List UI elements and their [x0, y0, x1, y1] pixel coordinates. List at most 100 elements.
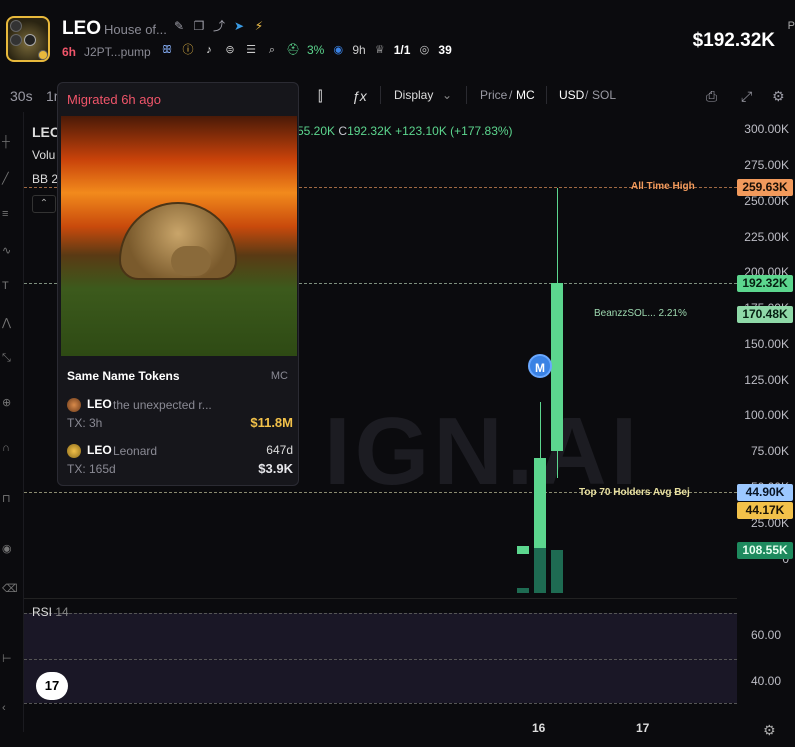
holders-icon: ꕥ — [161, 44, 173, 56]
token-avatar[interactable] — [6, 16, 50, 62]
rsi-band — [24, 613, 737, 703]
collapse-rail-icon[interactable]: ‹ — [2, 702, 16, 716]
fullscreen-icon[interactable]: ⤢ — [741, 88, 752, 105]
brush-icon[interactable]: ∿ — [2, 244, 16, 258]
volume-legend: Volu — [32, 148, 56, 162]
turtle-head — [171, 246, 211, 276]
beanzz-label: BeanzzSOL... 2.21% — [594, 308, 687, 319]
price-toggle[interactable]: Price — [480, 88, 507, 102]
text-icon[interactable]: T — [2, 280, 16, 294]
token-hover-card: Migrated 6h ago Same Name Tokens MC LEO … — [57, 82, 299, 486]
camera-icon[interactable] — [10, 34, 22, 46]
token-name: the unexpected r... — [113, 398, 212, 412]
ohlc-prev: 55.20K — [297, 124, 336, 138]
token-address[interactable]: J2PT...pump — [84, 45, 151, 59]
token-symbol: LEO — [87, 397, 112, 411]
token-name: Leonard — [113, 444, 158, 458]
camera-icon[interactable]: ⎙ — [706, 88, 717, 105]
volume-bar — [551, 550, 563, 593]
change-value: +123.10K (+177.83%) — [395, 124, 513, 138]
axis-tick: 75.00K — [750, 444, 789, 458]
lightning-icon[interactable]: ⚡ — [252, 19, 266, 33]
eye-icon[interactable]: ◉ — [2, 542, 16, 556]
token-mc: $11.8M — [250, 415, 293, 430]
rsi-tick: 60.00 — [750, 628, 781, 642]
holders-avg-label: Top 70 Holders Avg Bej — [579, 487, 690, 498]
sol-toggle[interactable]: SOL — [592, 88, 616, 102]
trash-icon[interactable]: ⌫ — [2, 582, 18, 596]
chef-hat-icon: ⛑ — [286, 44, 300, 56]
rsi-lower-line — [24, 703, 737, 704]
edge-label: P — [787, 20, 795, 32]
token-symbol: LEO — [87, 443, 112, 457]
indicators-icon[interactable]: ƒx — [352, 88, 367, 104]
token-mc: $3.9K — [258, 461, 293, 476]
magnet-icon[interactable]: ∩ — [2, 442, 16, 456]
interval-30s[interactable]: 30s — [10, 88, 33, 104]
same-name-token-row[interactable]: LEO the unexpected r... TX: 3h $11.8M — [67, 397, 293, 437]
yellow-price-tag: 44.17K — [737, 502, 793, 519]
axis-tick: 150.00K — [744, 337, 789, 351]
measure-icon[interactable]: ⤡ — [2, 352, 16, 366]
ohlc-readout: 55.20K C192.32K +123.10K (+177.83%) — [297, 124, 513, 138]
current-price-tag: 192.32K — [737, 275, 793, 292]
display-menu[interactable]: Display — [394, 88, 433, 102]
migration-marker[interactable]: M — [528, 354, 552, 378]
copy-icon[interactable]: ❐ — [192, 19, 206, 33]
mc-column-label: MC — [270, 370, 288, 382]
current-price: $192.32K — [692, 30, 775, 51]
drawing-tools-rail: ┼ ╱ ≡ ∿ T ⋀ ⤡ ⊕ ∩ ⊓ ◉ ⌫ ⊢ ‹ — [0, 112, 24, 732]
candle-body — [517, 546, 529, 554]
token-tx: TX: 165d — [67, 462, 116, 476]
pattern-icon[interactable]: ⋀ — [2, 316, 16, 330]
search-icon[interactable] — [24, 34, 36, 46]
token-header: LEO House of... ✎ ❐ ⤴ ➤ ⚡ 6h J2PT...pump… — [0, 0, 795, 76]
chart-settings-icon[interactable]: ⚙ — [763, 722, 779, 738]
candle-body — [551, 283, 563, 451]
mc-toggle[interactable]: MC — [516, 88, 535, 102]
edit-icon[interactable]: ✎ — [172, 19, 186, 33]
usd-toggle[interactable]: USD — [559, 88, 584, 102]
info-icon[interactable]: ⓘ — [181, 43, 195, 57]
close-label: C — [338, 124, 348, 138]
fib-icon[interactable]: ≡ — [2, 208, 16, 222]
website-icon[interactable]: ⊜ — [223, 43, 237, 57]
chat-icon[interactable]: ☰ — [244, 43, 258, 57]
volume-bar — [534, 548, 546, 593]
volume-bar — [517, 588, 529, 593]
lock-icon[interactable]: ⊓ — [2, 492, 16, 506]
same-name-token-row[interactable]: LEO Leonard 647d TX: 165d $3.9K — [67, 443, 293, 483]
candle-type-icon[interactable]: ⫿ — [318, 88, 322, 105]
crosshair-icon[interactable]: ┼ — [2, 136, 16, 150]
same-name-tokens-title: Same Name Tokens — [67, 369, 180, 383]
trendline-icon[interactable]: ╱ — [2, 172, 16, 186]
zoom-icon[interactable]: ⊕ — [2, 396, 16, 410]
tradingview-logo[interactable]: 17 — [36, 672, 68, 700]
token-name: House of... — [104, 22, 167, 37]
ruler-icon[interactable]: ⊢ — [2, 652, 16, 666]
chevron-down-icon[interactable]: ⌄ — [442, 88, 452, 102]
collapse-legend-button[interactable]: ⌃ — [32, 195, 56, 213]
time-tick: 17 — [636, 721, 650, 735]
telegram-icon[interactable]: ➤ — [232, 19, 246, 33]
axis-tick: 250.00K — [744, 194, 789, 208]
settings-icon[interactable]: ⚙ — [772, 88, 785, 105]
dev-age: 9h — [352, 43, 366, 57]
link-icon[interactable] — [10, 20, 22, 32]
search-icon[interactable]: ⌕ — [265, 43, 279, 57]
rsi-mid-line — [24, 659, 737, 660]
axis-tick: 125.00K — [744, 373, 789, 387]
token-age: 647d — [266, 443, 293, 457]
price-mc-separator: / — [509, 88, 513, 102]
rsi-period: 14 — [55, 605, 69, 619]
rsi-pane[interactable]: RSI 14 — [24, 598, 737, 708]
crown-icon: ♕ — [374, 44, 385, 56]
token-tx: TX: 3h — [67, 416, 103, 430]
tiktok-icon[interactable]: ♪ — [202, 43, 216, 57]
axis-tick: 100.00K — [744, 408, 789, 422]
share-icon[interactable]: ⤴ — [212, 19, 226, 33]
view-count: 39 — [438, 43, 452, 57]
token-age: 6h — [62, 45, 77, 59]
ath-label: All Time High — [631, 181, 695, 192]
time-axis[interactable]: 16 17 — [24, 712, 737, 747]
